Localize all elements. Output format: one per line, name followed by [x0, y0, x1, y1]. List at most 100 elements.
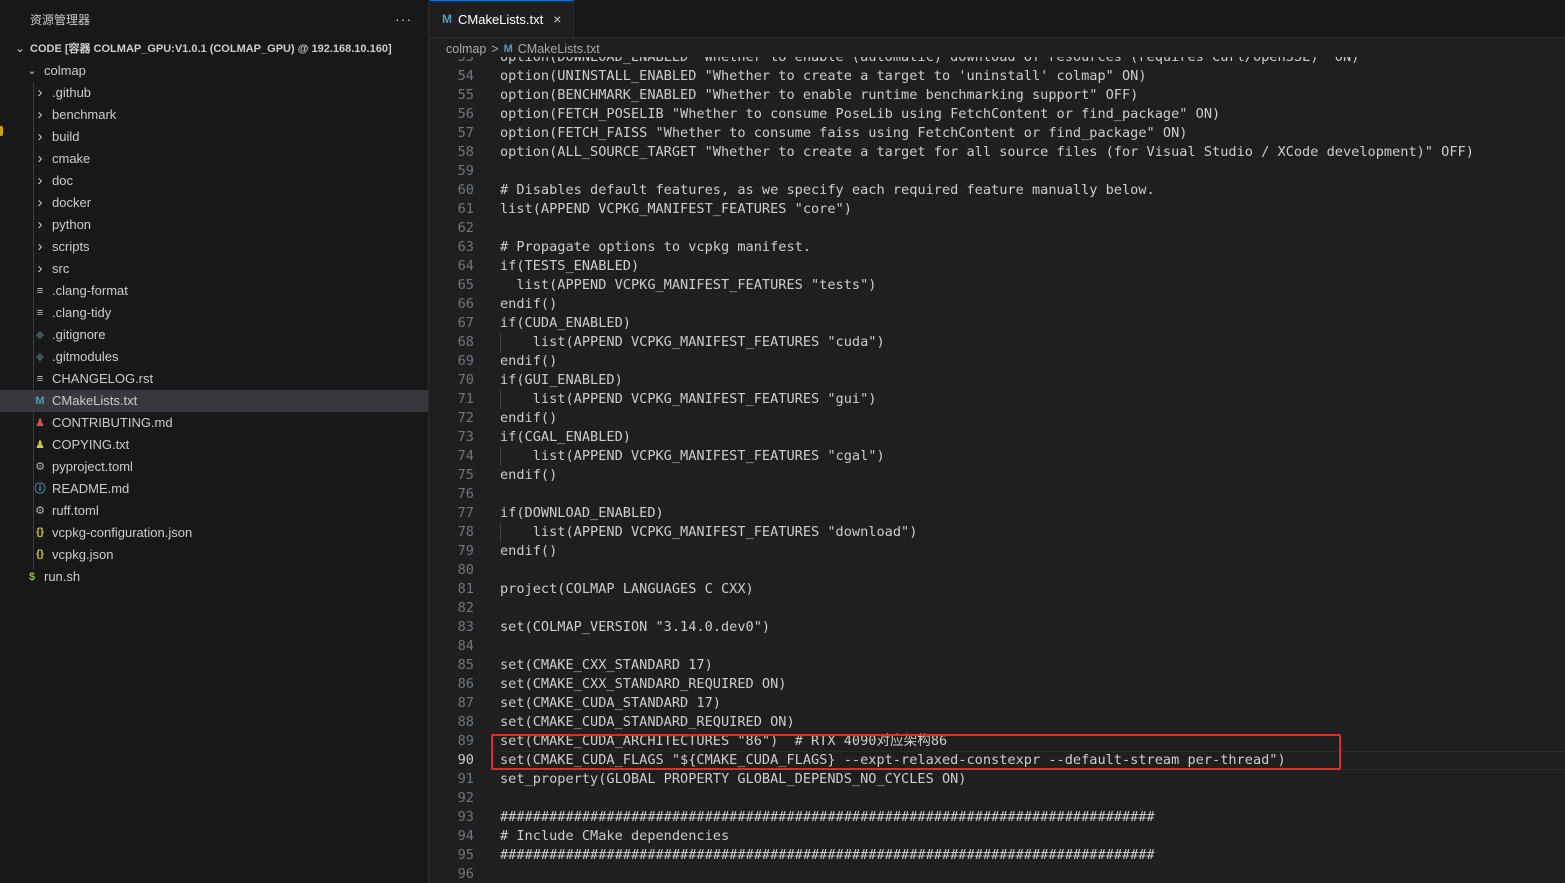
code-line[interactable]: 92: [430, 789, 1565, 808]
line-number: 75: [457, 467, 474, 483]
code-line[interactable]: 55 option(BENCHMARK_ENABLED "Whether to e…: [430, 86, 1565, 105]
chevron-right-icon: ›: [37, 194, 43, 211]
folder-item[interactable]: ⌄ colmap: [0, 60, 428, 82]
file-item[interactable]: ⚙ ruff.toml: [0, 500, 428, 522]
folder-item[interactable]: › src: [0, 258, 428, 280]
folder-item[interactable]: › benchmark: [0, 104, 428, 126]
indent-guide: [33, 82, 34, 570]
file-item[interactable]: ≡ CHANGELOG.rst: [0, 368, 428, 390]
code-text: endif(): [500, 467, 558, 483]
code-line[interactable]: 81 project(COLMAP LANGUAGES C CXX): [430, 580, 1565, 599]
file-item[interactable]: ♟ COPYING.txt: [0, 434, 428, 456]
code-line[interactable]: 82: [430, 599, 1565, 618]
code-line[interactable]: 67 if(CUDA_ENABLED): [430, 314, 1565, 333]
line-number: 74: [457, 448, 474, 464]
file-item[interactable]: ◆ .gitignore: [0, 324, 428, 346]
close-icon[interactable]: ×: [553, 11, 561, 27]
code-line[interactable]: 61 list(APPEND VCPKG_MANIFEST_FEATURES "c…: [430, 200, 1565, 219]
code-line[interactable]: 94 # Include CMake dependencies: [430, 827, 1565, 846]
code-line[interactable]: 85 set(CMAKE_CXX_STANDARD 17): [430, 656, 1565, 675]
code-line[interactable]: 84: [430, 637, 1565, 656]
code-line[interactable]: 77 if(DOWNLOAD_ENABLED): [430, 504, 1565, 523]
more-actions-icon[interactable]: ···: [395, 11, 412, 27]
file-item[interactable]: ≡ .clang-format: [0, 280, 428, 302]
code-line[interactable]: 66 endif(): [430, 295, 1565, 314]
code-line[interactable]: 57 option(FETCH_FAISS "Whether to consume…: [430, 124, 1565, 143]
code-line[interactable]: 90 set(CMAKE_CUDA_FLAGS "${CMAKE_CUDA_FLA…: [430, 751, 1565, 770]
line-number: 87: [457, 695, 474, 711]
file-item[interactable]: ⚙ pyproject.toml: [0, 456, 428, 478]
code-line[interactable]: 62: [430, 219, 1565, 238]
file-item[interactable]: ♟ CONTRIBUTING.md: [0, 412, 428, 434]
line-number: 96: [457, 866, 474, 882]
code-line[interactable]: 89 set(CMAKE_CUDA_ARCHITECTURES "86") # R…: [430, 732, 1565, 751]
code-line[interactable]: 73 if(CGAL_ENABLED): [430, 428, 1565, 447]
folder-item[interactable]: › scripts: [0, 236, 428, 258]
editor-area: M CMakeLists.txt × colmap > M CMakeLists…: [430, 0, 1565, 883]
code-line[interactable]: 64 if(TESTS_ENABLED): [430, 257, 1565, 276]
code-line[interactable]: 91 set_property(GLOBAL PROPERTY GLOBAL_DE…: [430, 770, 1565, 789]
code-line[interactable]: 74 list(APPEND VCPKG_MANIFEST_FEATURES "…: [430, 447, 1565, 466]
code-line[interactable]: 59: [430, 162, 1565, 181]
code-text: set(CMAKE_CXX_STANDARD_REQUIRED ON): [500, 676, 787, 692]
cmake-file-icon: M: [442, 12, 452, 26]
code-line[interactable]: 86 set(CMAKE_CXX_STANDARD_REQUIRED ON): [430, 675, 1565, 694]
workspace-root[interactable]: ⌄ CODE [容器 COLMAP_GPU:V1.0.1 (COLMAP_GPU…: [0, 38, 428, 60]
folder-item[interactable]: › python: [0, 214, 428, 236]
code-line[interactable]: 72 endif(): [430, 409, 1565, 428]
tree-item-label: .gitmodules: [52, 349, 119, 364]
chevron-right-icon: ›: [37, 172, 43, 189]
code-line[interactable]: 54 option(UNINSTALL_ENABLED "Whether to c…: [430, 67, 1565, 86]
code-line[interactable]: 68 list(APPEND VCPKG_MANIFEST_FEATURES "…: [430, 333, 1565, 352]
code-line[interactable]: 95 ######################################…: [430, 846, 1565, 865]
file-item[interactable]: {} vcpkg.json: [0, 544, 428, 566]
file-item[interactable]: ≡ .clang-tidy: [0, 302, 428, 324]
code-line[interactable]: 56 option(FETCH_POSELIB "Whether to consu…: [430, 105, 1565, 124]
folder-item[interactable]: › cmake: [0, 148, 428, 170]
code-line[interactable]: 96: [430, 865, 1565, 883]
tree-item-label: python: [52, 217, 92, 232]
code-line[interactable]: 60 # Disables default features, as we spe…: [430, 181, 1565, 200]
code-text: # Propagate options to vcpkg manifest.: [500, 239, 811, 255]
file-item[interactable]: ⓘ README.md: [0, 478, 428, 500]
code-line[interactable]: 80: [430, 561, 1565, 580]
code-line[interactable]: 79 endif(): [430, 542, 1565, 561]
line-number: 95: [457, 847, 474, 863]
code-line[interactable]: 53 option(DOWNLOAD_ENABLED "Whether to en…: [430, 57, 1565, 67]
code-line[interactable]: 76: [430, 485, 1565, 504]
code-line[interactable]: 83 set(COLMAP_VERSION "3.14.0.dev0"): [430, 618, 1565, 637]
folder-item[interactable]: › build: [0, 126, 428, 148]
file-item[interactable]: ◆ .gitmodules: [0, 346, 428, 368]
code-line[interactable]: 63 # Propagate options to vcpkg manifest.: [430, 238, 1565, 257]
file-item[interactable]: M CMakeLists.txt: [0, 390, 428, 412]
tree-item-label: doc: [52, 173, 73, 188]
code-line[interactable]: 70 if(GUI_ENABLED): [430, 371, 1565, 390]
code-text: list(APPEND VCPKG_MANIFEST_FEATURES "cga…: [500, 448, 885, 464]
info-file-icon: ⓘ: [34, 483, 46, 495]
breadcrumb-folder[interactable]: colmap: [446, 42, 486, 56]
folder-item[interactable]: › doc: [0, 170, 428, 192]
code-line[interactable]: 78 list(APPEND VCPKG_MANIFEST_FEATURES "…: [430, 523, 1565, 542]
file-item[interactable]: $ run.sh: [0, 566, 428, 588]
code-line[interactable]: 75 endif(): [430, 466, 1565, 485]
code-line[interactable]: 87 set(CMAKE_CUDA_STANDARD 17): [430, 694, 1565, 713]
code-line[interactable]: 88 set(CMAKE_CUDA_STANDARD_REQUIRED ON): [430, 713, 1565, 732]
folder-item[interactable]: › docker: [0, 192, 428, 214]
line-number: 85: [457, 657, 474, 673]
code-line[interactable]: 71 list(APPEND VCPKG_MANIFEST_FEATURES "…: [430, 390, 1565, 409]
file-item[interactable]: {} vcpkg-configuration.json: [0, 522, 428, 544]
code-editor[interactable]: 53 option(DOWNLOAD_ENABLED "Whether to en…: [430, 57, 1565, 883]
tab-cmakelists[interactable]: M CMakeLists.txt ×: [430, 0, 575, 37]
code-line[interactable]: 58 option(ALL_SOURCE_TARGET "Whether to c…: [430, 143, 1565, 162]
code-line[interactable]: 69 endif(): [430, 352, 1565, 371]
code-text: if(CUDA_ENABLED): [500, 315, 631, 331]
code-line[interactable]: 65 list(APPEND VCPKG_MANIFEST_FEATURES "…: [430, 276, 1565, 295]
line-number: 82: [457, 600, 474, 616]
line-number: 54: [457, 68, 474, 84]
folder-item[interactable]: › .github: [0, 82, 428, 104]
settings-file-icon: ⚙: [35, 505, 45, 517]
code-line[interactable]: 93 ######################################…: [430, 808, 1565, 827]
line-number: 79: [457, 543, 474, 559]
breadcrumb-file[interactable]: CMakeLists.txt: [518, 42, 600, 56]
contributing-file-icon: ♟: [35, 417, 45, 429]
